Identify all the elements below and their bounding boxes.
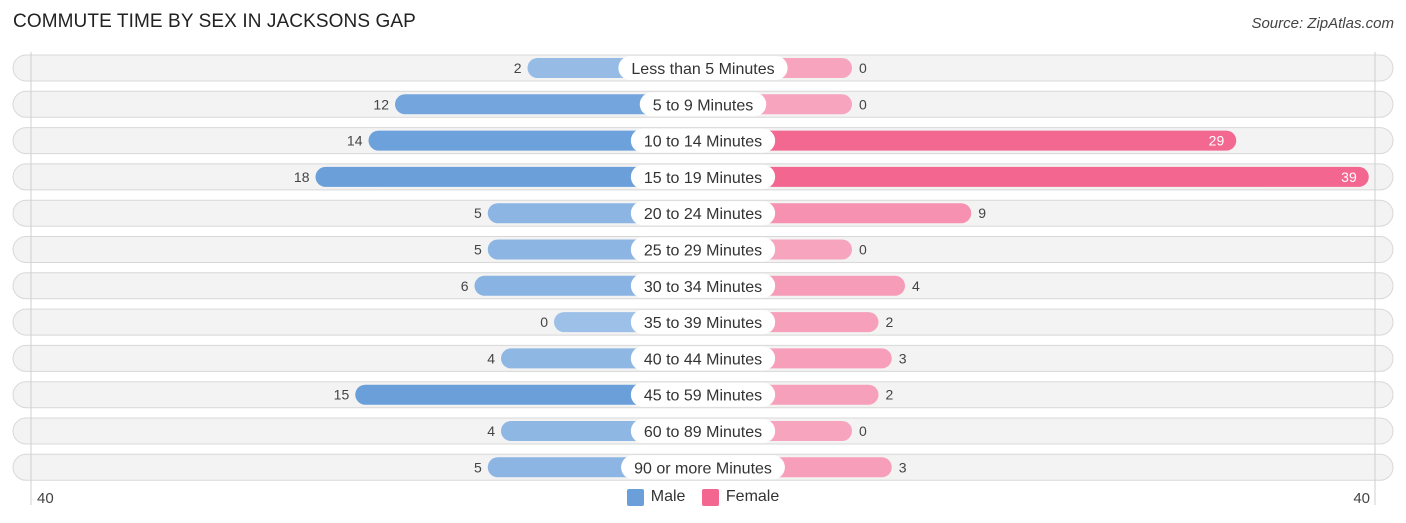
value-label-female: 0	[859, 96, 867, 112]
category-label: 40 to 44 Minutes	[644, 351, 762, 368]
category-label: 20 to 24 Minutes	[644, 206, 762, 223]
value-label-male: 12	[373, 96, 389, 112]
value-label-female: 0	[859, 242, 867, 258]
category-label: 15 to 19 Minutes	[644, 170, 762, 187]
legend-swatch-female	[701, 488, 719, 506]
category-label: 10 to 14 Minutes	[644, 134, 762, 151]
value-label-male: 0	[540, 314, 548, 330]
value-label-male: 4	[487, 423, 495, 439]
value-label-female: 2	[886, 314, 894, 330]
category-label: 45 to 59 Minutes	[644, 388, 762, 405]
value-label-female: 3	[899, 459, 907, 475]
value-label-male: 2	[514, 60, 522, 76]
category-label: 25 to 29 Minutes	[644, 243, 762, 260]
legend: Male Female	[0, 488, 1406, 511]
legend-label-female: Female	[725, 488, 780, 505]
value-label-male: 6	[461, 278, 469, 294]
legend-item-female[interactable]: Female	[701, 488, 780, 506]
category-label: 90 or more Minutes	[634, 460, 772, 477]
value-label-female: 2	[886, 387, 894, 403]
value-label-female: 0	[859, 423, 867, 439]
bar-female	[703, 166, 1369, 187]
value-label-female: 4	[912, 278, 920, 294]
category-label: 30 to 34 Minutes	[644, 279, 762, 296]
value-label-male: 4	[487, 350, 495, 366]
value-label-male: 5	[474, 459, 482, 475]
value-label-male: 5	[474, 205, 482, 221]
value-label-female: 29	[1209, 133, 1225, 149]
value-label-male: 15	[334, 387, 350, 403]
category-label: 5 to 9 Minutes	[653, 97, 754, 114]
value-label-female: 3	[899, 350, 907, 366]
value-label-female: 39	[1341, 169, 1357, 185]
value-label-male: 14	[347, 133, 363, 149]
value-label-female: 0	[859, 60, 867, 76]
value-label-male: 18	[294, 169, 310, 185]
category-label: 35 to 39 Minutes	[644, 315, 762, 332]
category-label: 60 to 89 Minutes	[644, 424, 762, 441]
chart-canvas: 2 0 Less than 5 Minutes 12 0 5 to 9 Minutes 14…	[12, 52, 1394, 505]
category-label: Less than 5 Minutes	[631, 61, 774, 78]
value-label-female: 9	[978, 205, 986, 221]
legend-item-male[interactable]: Male	[626, 488, 686, 506]
bar-female	[703, 130, 1237, 151]
legend-label-male: Male	[650, 488, 686, 505]
legend-swatch-male	[626, 488, 644, 506]
value-label-male: 5	[474, 242, 482, 258]
